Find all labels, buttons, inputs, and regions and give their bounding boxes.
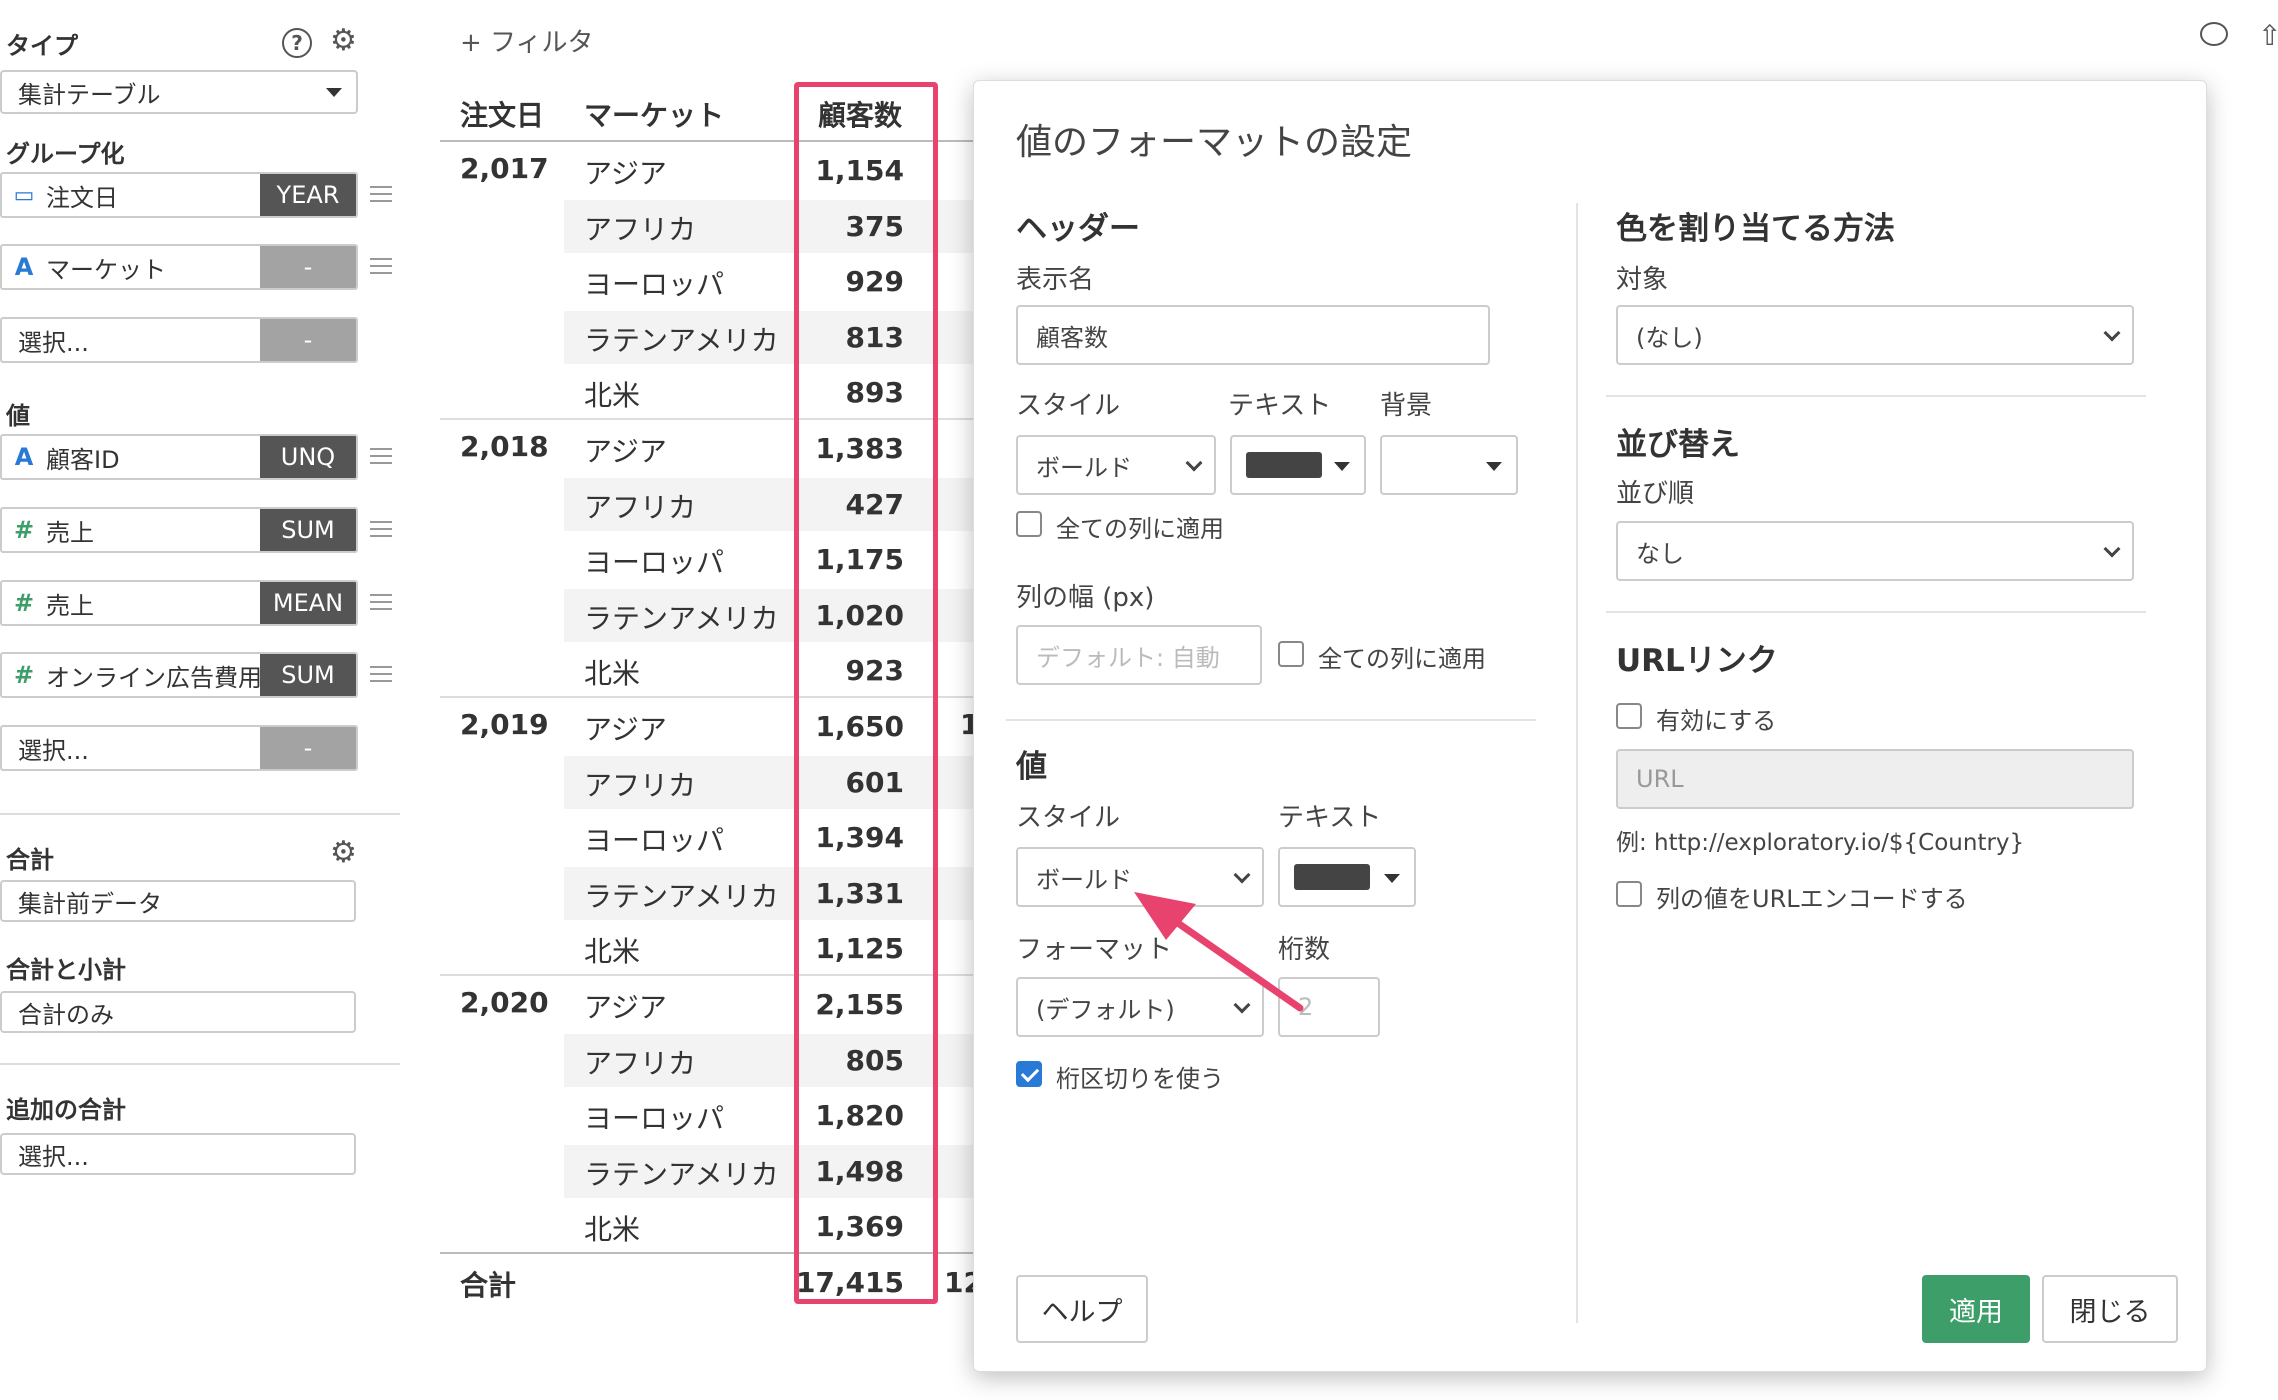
annotation-arrow: [1134, 892, 1304, 1012]
arrow-shaft: [1158, 908, 1304, 1012]
